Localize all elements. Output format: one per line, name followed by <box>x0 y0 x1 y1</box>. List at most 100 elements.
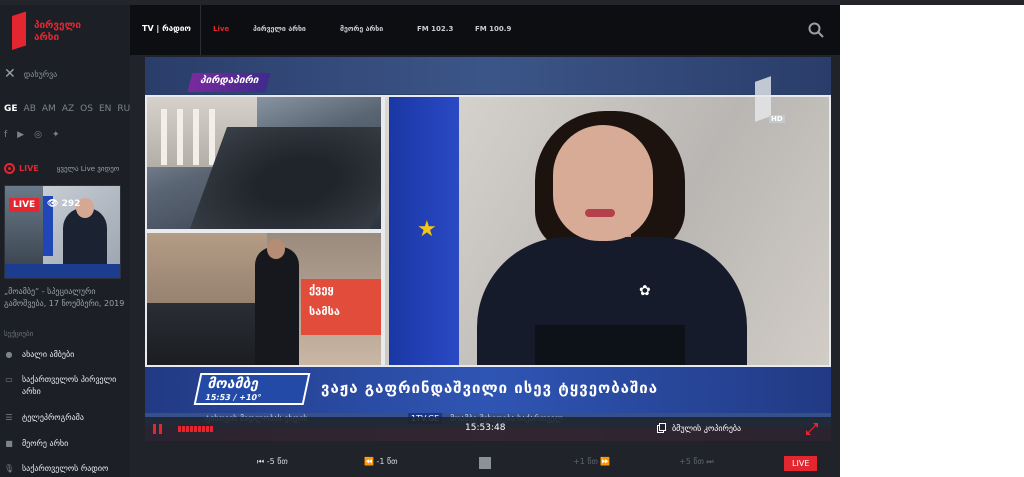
list-icon: ☰ <box>5 413 13 422</box>
live-tag: პირდაპირი <box>187 73 271 92</box>
hd-label: HD <box>769 115 785 123</box>
sidebar-item-label: ტელეპროგრამა <box>22 413 84 422</box>
live-broadcast-icon <box>4 163 15 174</box>
pause-icon[interactable] <box>153 424 163 434</box>
sidebar-item-label: მეორე არხი <box>22 439 69 448</box>
star-icon: ★ <box>417 217 437 242</box>
speaker-head <box>267 239 285 259</box>
facebook-icon[interactable]: f <box>4 130 7 140</box>
column <box>177 109 183 165</box>
nav-fm-100[interactable]: FM 100.9 <box>475 25 511 33</box>
crowd <box>147 303 255 365</box>
close-label: დახურვა <box>23 69 58 79</box>
sidebar-item-radio[interactable]: 🎙 საქართველოს რადიო <box>4 463 128 475</box>
forward-icon: ⏩ <box>597 457 611 466</box>
instagram-icon[interactable]: ◎ <box>34 130 42 140</box>
time-temperature: 15:53 / +10° <box>204 393 262 402</box>
protest-sign: ქვეყ სამსა <box>301 279 381 335</box>
logo-text: პირველი არხი <box>34 20 81 43</box>
video-player[interactable]: პირდაპირი ქვეყ სამსა ★ ✿ HD მოამბე 15:53 … <box>145 57 831 441</box>
view-count-value: 292 <box>61 199 81 209</box>
thumb-lower-band <box>5 264 120 278</box>
sidebar-item-first-channel[interactable]: ▭ საქართველოს პირველი არხი <box>4 374 128 398</box>
tv-radio-switch[interactable]: TV | რადიო <box>142 24 191 33</box>
lang-en[interactable]: EN <box>99 104 111 114</box>
close-icon: ✕ <box>4 66 16 82</box>
rewind-icon: ⏪ <box>364 457 377 466</box>
fullscreen-icon[interactable] <box>806 423 818 435</box>
live-thumbnail[interactable]: LIVE 👁 292 <box>4 185 121 279</box>
column <box>161 109 167 165</box>
rewind-1-button[interactable]: ⏪ -1 წთ <box>364 457 398 466</box>
rewind-icon: ⏮ <box>257 457 267 466</box>
forward-1-label: +1 წთ <box>573 457 598 466</box>
speaker-pane: ქვეყ სამსა <box>145 231 383 367</box>
twitter-icon[interactable]: ✦ <box>52 130 60 140</box>
youtube-icon[interactable]: ▶ <box>17 130 24 140</box>
thumbnail-caption[interactable]: „მოამბე“ - სპეციალური გამოშვება, 17 ნოემ… <box>4 286 128 310</box>
sign-line-1: ქვეყ <box>309 283 334 296</box>
globe-icon: ● <box>5 350 13 359</box>
player-controls: 15:53:48 ბმულის კოპირება <box>145 417 831 441</box>
forward-1-button[interactable]: +1 წთ ⏩ <box>573 457 610 466</box>
live-section-header: LIVE ყველა Live ვიდეო <box>4 163 119 174</box>
mic-icon: 🎙 <box>4 464 15 473</box>
nav-live[interactable]: Live <box>213 25 229 33</box>
presenter-face <box>553 125 653 241</box>
rewind-1-label: -1 წთ <box>376 457 398 466</box>
progress-bar[interactable] <box>178 426 214 432</box>
copy-link-label: ბმულის კოპირება <box>672 423 742 433</box>
headline: ვაჟა გაფრინდაშვილი ისევ ტყვეობაშია <box>321 379 659 397</box>
thumb-live-badge: LIVE <box>9 198 40 212</box>
rewind-5-button[interactable]: ⏮ -5 წთ <box>257 457 288 467</box>
current-time: 15:53:48 <box>465 423 506 433</box>
rewind-5-label: -5 წთ <box>266 457 288 466</box>
all-live-videos-link[interactable]: ყველა Live ვიდეო <box>57 165 120 173</box>
lang-am[interactable]: AM <box>42 104 56 114</box>
program-brand: მოამბე 15:53 / +10° <box>193 373 311 405</box>
stop-icon[interactable] <box>479 457 491 469</box>
crowd-aerial-pane <box>145 95 383 231</box>
lang-ru[interactable]: RU <box>117 104 130 114</box>
sidebar-item-news[interactable]: ● ახალი ამბები <box>4 349 128 361</box>
sidebar-item-label: ახალი ამბები <box>22 350 75 359</box>
sign-line-2: სამსა <box>309 305 340 318</box>
news-lower-third: მოამბე 15:53 / +10° ვაჟა გაფრინდაშვილი ი… <box>145 367 831 413</box>
lang-az[interactable]: AZ <box>62 104 74 114</box>
lang-ab[interactable]: AB <box>24 104 36 114</box>
program-name: მოამბე <box>206 376 261 392</box>
copy-icon <box>657 423 666 433</box>
nav-first-channel[interactable]: პირველი არხი <box>253 25 306 33</box>
lang-os[interactable]: OS <box>80 104 93 114</box>
sidebar-item-second-channel[interactable]: ■ მეორე არხი <box>4 438 128 450</box>
go-live-button[interactable]: LIVE <box>784 456 818 471</box>
speaker <box>255 247 299 365</box>
thumb-view-count: 👁 292 <box>47 199 80 209</box>
camera-icon: ■ <box>5 439 13 448</box>
microphones <box>535 325 685 365</box>
nav-second-channel[interactable]: მეორე არხი <box>340 25 383 33</box>
close-menu-button[interactable]: ✕ დახურვა <box>4 67 57 81</box>
forward-5-button[interactable]: +5 წთ ⏭ <box>679 457 714 467</box>
live-label: LIVE <box>19 164 39 173</box>
logo-mark-icon <box>12 11 26 50</box>
seek-controls: ⏮ -5 წთ ⏪ -1 წთ +1 წთ ⏩ +5 წთ ⏭ LIVE <box>130 452 840 472</box>
top-nav: TV | რადიო Live პირველი არხი მეორე არხი … <box>130 5 840 55</box>
eye-icon: 👁 <box>47 199 62 209</box>
header-divider <box>200 5 201 55</box>
channel-hd-badge: HD <box>755 76 789 123</box>
column <box>193 109 199 165</box>
nav-fm-102[interactable]: FM 102.3 <box>417 25 453 33</box>
copy-link-button[interactable]: ბმულის კოპირება <box>657 423 741 433</box>
sidebar-item-label: საქართველოს რადიო <box>22 464 109 473</box>
presenter-lips <box>585 209 615 217</box>
language-switcher: GE AB AM AZ OS EN RU <box>4 104 130 114</box>
column <box>209 109 215 165</box>
lang-ge[interactable]: GE <box>4 104 18 114</box>
logo[interactable]: პირველი არხი <box>12 11 122 56</box>
sidebar-item-tv-program[interactable]: ☰ ტელეპროგრამა <box>4 412 128 424</box>
sections-heading: სექციები <box>4 330 34 338</box>
search-icon[interactable] <box>808 22 824 38</box>
sidebar-item-label: საქართველოს პირველი არხი <box>22 375 117 396</box>
forward-icon: ⏭ <box>703 457 714 466</box>
